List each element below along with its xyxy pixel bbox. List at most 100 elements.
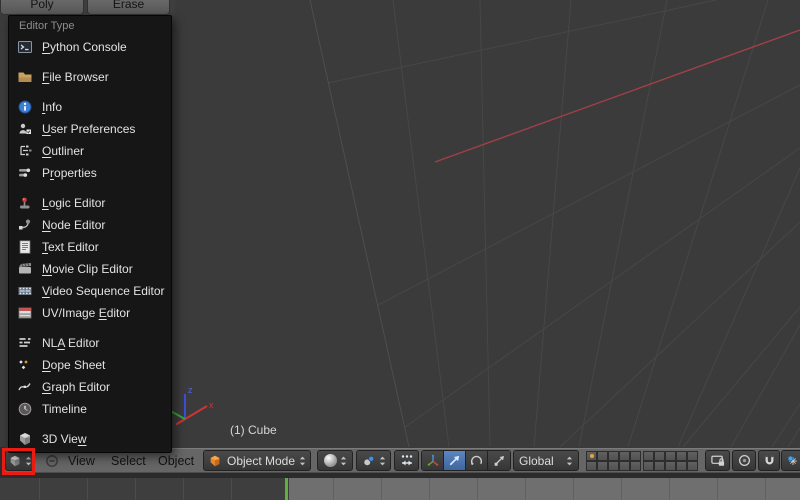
layer-toggle[interactable]	[665, 461, 676, 471]
menu-item-label: Outliner	[42, 144, 84, 158]
viewport-shading-dropdown[interactable]	[317, 450, 353, 471]
view3d-icon	[17, 431, 33, 447]
menu-item-python-console[interactable]: Python Console	[9, 36, 171, 58]
nla-editor-icon	[17, 335, 33, 351]
layer-toggle[interactable]	[643, 461, 654, 471]
uv-image-editor-icon	[17, 305, 33, 321]
menu-item-label: Info	[42, 100, 62, 114]
gizmo-x-label: x	[209, 400, 214, 410]
layer-toggle[interactable]	[643, 451, 654, 461]
node-editor-icon	[17, 217, 33, 233]
snap-magnet-button[interactable]	[758, 450, 780, 471]
menu-item-label: Text Editor	[42, 240, 99, 254]
menu-item-label: 3D View	[42, 432, 86, 446]
annotation-highlight-box	[2, 448, 35, 475]
transform-orientation-dropdown[interactable]: Global	[513, 450, 579, 471]
menu-item-properties[interactable]: Properties	[9, 162, 171, 184]
menu-item-uv-image-editor[interactable]: UV/Image Editor	[9, 302, 171, 324]
layer-toggle[interactable]	[665, 451, 676, 461]
select-menu[interactable]: Select	[111, 454, 146, 468]
timeline-frame-range	[289, 478, 800, 500]
menu-item-3d-view[interactable]: 3D View	[9, 428, 171, 450]
view-menu[interactable]: View	[68, 454, 95, 468]
logic-editor-icon	[17, 195, 33, 211]
lock-camera-button[interactable]	[705, 450, 730, 471]
menu-item-node-editor[interactable]: Node Editor	[9, 214, 171, 236]
layer-toggle[interactable]	[687, 451, 698, 461]
blender-window: z x (1) Cube Poly Erase Editor Type Pyth…	[0, 0, 800, 500]
menu-item-nla-editor[interactable]: NLA Editor	[9, 332, 171, 354]
updown-arrows-icon	[566, 455, 573, 467]
menu-item-file-browser[interactable]: File Browser	[9, 66, 171, 88]
proportional-edit-icon	[737, 453, 752, 468]
menu-item-info[interactable]: Info	[9, 96, 171, 118]
timeline-icon	[17, 401, 33, 417]
proportional-edit-button[interactable]	[732, 450, 756, 471]
graph-editor-icon	[17, 379, 33, 395]
menu-item-logic-editor[interactable]: Logic Editor	[9, 192, 171, 214]
layers-group-2	[643, 451, 698, 471]
object-menu[interactable]: Object	[158, 454, 194, 468]
layer-toggle[interactable]	[619, 451, 630, 461]
menu-item-label: NLA Editor	[42, 336, 99, 350]
menu-title: Editor Type	[9, 16, 171, 36]
menu-item-label: Timeline	[42, 402, 87, 416]
x-axis-line	[435, 30, 800, 162]
manipulator-rotate-toggle[interactable]	[466, 451, 488, 470]
layer-toggle[interactable]	[687, 461, 698, 471]
menu-item-movie-clip-editor[interactable]: Movie Clip Editor	[9, 258, 171, 280]
manipulator-axes-toggle[interactable]	[422, 451, 444, 470]
editor-type-menu: Editor Type Python Console File Browser …	[8, 15, 172, 453]
layer-toggle[interactable]	[676, 461, 687, 471]
poly-button[interactable]: Poly	[0, 0, 84, 15]
user-preferences-icon	[17, 121, 33, 137]
menu-item-timeline[interactable]: Timeline	[9, 398, 171, 420]
snap-element-icon	[786, 454, 800, 468]
pivot-point-dropdown[interactable]	[356, 450, 391, 471]
layers-group-1	[586, 451, 641, 471]
collapse-menus-icon[interactable]	[45, 454, 59, 468]
layer-toggle[interactable]	[619, 461, 630, 471]
active-object-info: (1) Cube	[230, 423, 277, 437]
python-console-icon	[17, 39, 33, 55]
menu-item-label: Video Sequence Editor	[42, 284, 165, 298]
gizmo-z-label: z	[188, 385, 193, 395]
outliner-icon	[17, 143, 33, 159]
menu-item-label: Python Console	[42, 40, 127, 54]
layer-toggle[interactable]	[597, 461, 608, 471]
layer-toggle[interactable]	[630, 451, 641, 461]
menu-separator	[9, 184, 171, 192]
manipulator-center-toggle[interactable]	[394, 450, 419, 471]
menu-item-graph-editor[interactable]: Graph Editor	[9, 376, 171, 398]
updown-arrows-icon	[379, 455, 386, 467]
shading-sphere-icon	[324, 454, 337, 467]
timeline-playhead[interactable]	[285, 478, 288, 500]
layer-toggle[interactable]	[630, 461, 641, 471]
menu-item-label: User Preferences	[42, 122, 135, 136]
layer-toggle[interactable]	[586, 451, 597, 461]
snap-element-dropdown[interactable]	[781, 450, 800, 471]
orientation-label: Global	[519, 454, 563, 468]
mode-dropdown[interactable]: Object Mode	[203, 450, 311, 471]
menu-item-video-sequence-editor[interactable]: Video Sequence Editor	[9, 280, 171, 302]
layer-toggle[interactable]	[654, 451, 665, 461]
manipulator-translate-toggle[interactable]	[444, 451, 466, 470]
menu-item-text-editor[interactable]: Text Editor	[9, 236, 171, 258]
info-icon	[17, 99, 33, 115]
menu-item-dope-sheet[interactable]: Dope Sheet	[9, 354, 171, 376]
manipulator-scale-toggle[interactable]	[488, 451, 510, 470]
layer-toggle[interactable]	[654, 461, 665, 471]
menu-item-label: Dope Sheet	[42, 358, 105, 372]
layer-toggle[interactable]	[608, 451, 619, 461]
timeline-strip[interactable]	[0, 478, 800, 500]
video-sequence-editor-icon	[17, 283, 33, 299]
layer-toggle[interactable]	[676, 451, 687, 461]
layer-toggle[interactable]	[586, 461, 597, 471]
layer-toggle[interactable]	[597, 451, 608, 461]
text-editor-icon	[17, 239, 33, 255]
menu-item-outliner[interactable]: Outliner	[9, 140, 171, 162]
menu-item-user-preferences[interactable]: User Preferences	[9, 118, 171, 140]
layer-toggle[interactable]	[608, 461, 619, 471]
erase-button[interactable]: Erase	[87, 0, 170, 15]
pivot-point-icon	[362, 454, 376, 468]
